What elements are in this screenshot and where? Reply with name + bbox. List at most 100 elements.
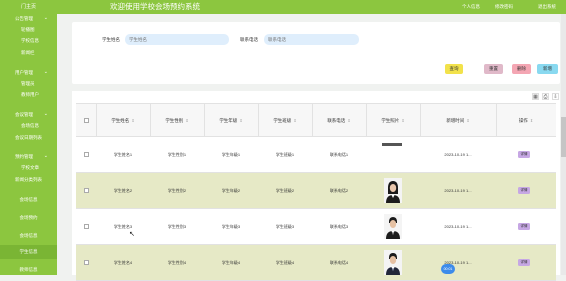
cell-phone: 联系电话2 — [329, 188, 349, 193]
cell-name: 学生姓名2 — [113, 188, 133, 193]
student-name-label: 学生姓名 — [102, 37, 120, 42]
mouse-cursor-icon: ↖ — [129, 231, 135, 238]
student-photo — [384, 178, 402, 203]
search-button[interactable]: 查询 — [445, 64, 463, 74]
cell-class: 学生班级3 — [275, 224, 295, 229]
detail-button[interactable]: 详情 — [518, 223, 530, 230]
sidebar-item-school-articles[interactable]: 学校文章 — [0, 165, 57, 171]
sort-icon: ⇕ — [239, 118, 243, 123]
sort-icon: ⇕ — [529, 118, 534, 123]
sidebar-item-venue-info-3[interactable]: 会场信息 — [0, 233, 57, 239]
student-table: ▦ ⎙ ⇩ 学生姓名 ⇕ 学生性别 ⇕ 学生年级 ⇕ 学生班级 ⇕ 联系电话 ⇕ 学生照片… — [72, 91, 560, 281]
cell-name: 学生姓名1 — [113, 152, 133, 157]
column-header-class[interactable]: 学生班级 ⇕ — [258, 104, 312, 138]
sidebar-item-carousel[interactable]: 轮播图 — [0, 27, 57, 33]
cell-class: 学生班级2 — [275, 188, 295, 193]
table-row: 学生姓名3 学生性别3 学生年级3 学生班级3 联系电话3 2023-10-19… — [76, 209, 556, 245]
top-bar: 门主页 欢迎使用学校会场预约系统 个人信息 修改密码 退出系统 — [0, 0, 566, 14]
sidebar-group-meetings[interactable]: 会议管理 ⌄ — [0, 111, 57, 118]
column-header-created-time[interactable]: 新增时间 ⇕ — [420, 104, 496, 138]
sort-icon: ⇕ — [185, 118, 189, 123]
cell-gender: 学生性别3 — [167, 224, 187, 229]
detail-button[interactable]: 详情 — [518, 187, 530, 194]
cell-phone: 联系电话3 — [329, 224, 349, 229]
search-panel: 学生姓名 联系电话 查询 重置 删除 新增 — [72, 22, 560, 84]
table-header: 学生姓名 ⇕ 学生性别 ⇕ 学生年级 ⇕ 学生班级 ⇕ 联系电话 ⇕ 学生照片 ⇕ 新增时间… — [76, 103, 556, 137]
change-password-link[interactable]: 修改密码 — [495, 0, 513, 14]
cell-phone: 联系电话1 — [329, 152, 349, 157]
pagination-indicator[interactable]: 00:01 — [441, 264, 455, 274]
cell-created-time: 2023-10-19 1... — [444, 188, 472, 193]
sidebar-item-student-info[interactable]: 学生信息 — [0, 245, 57, 259]
sidebar-item-school-info[interactable]: 学校信息 — [0, 38, 57, 44]
sort-icon: ⇕ — [293, 118, 297, 123]
student-photo — [384, 214, 402, 239]
table-row: 学生姓名4 学生性别4 学生年级4 学生班级4 联系电话4 2023-10-19… — [76, 245, 556, 281]
cell-class: 学生班级4 — [275, 260, 295, 265]
vertical-scrollbar[interactable] — [561, 14, 566, 275]
exit-link[interactable]: 退出系统 — [538, 0, 556, 14]
personal-center-link[interactable]: 个人信息 — [462, 0, 480, 14]
column-header-name[interactable]: 学生姓名 ⇕ — [96, 104, 150, 138]
select-all-checkbox[interactable] — [84, 118, 89, 123]
sidebar-group-announcements[interactable]: 公告管理 ⌄ — [0, 15, 57, 22]
column-header-grade[interactable]: 学生年级 ⇕ — [204, 104, 258, 138]
student-photo — [384, 250, 402, 275]
cell-grade: 学生年级3 — [221, 224, 241, 229]
table-row: 学生姓名2 学生性别2 学生年级2 学生班级2 联系电话2 2023-10-19… — [76, 173, 556, 209]
export-icon[interactable]: ⇩ — [552, 93, 559, 100]
column-header-gender[interactable]: 学生性别 ⇕ — [150, 104, 204, 138]
sidebar-group-reservations[interactable]: 预约管理 ⌄ — [0, 153, 57, 160]
cell-name: 学生姓名4 — [113, 260, 133, 265]
cell-created-time: 2023-10-19 1... — [444, 260, 472, 265]
column-header-phone[interactable]: 联系电话 ⇕ — [312, 104, 366, 138]
print-icon[interactable]: ⎙ — [542, 93, 549, 100]
cell-class: 学生班级1 — [275, 152, 295, 157]
cell-gender: 学生性别4 — [167, 260, 187, 265]
sidebar-item-venue-booking[interactable]: 会场预约 — [0, 215, 57, 221]
cell-created-time: 2023-10-19 1... — [444, 224, 472, 229]
cell-phone: 联系电话4 — [329, 260, 349, 265]
sidebar-item-venue-info-2[interactable]: 会场信息 — [0, 197, 57, 203]
column-header-actions: 操作 ⇕ — [518, 118, 534, 123]
phone-input[interactable] — [264, 34, 359, 45]
sort-icon: ⇕ — [401, 118, 405, 123]
detail-button[interactable]: 详情 — [518, 259, 530, 266]
sort-icon: ⇕ — [347, 118, 351, 123]
sidebar-item-news-categories[interactable]: 新闻分类列表 — [0, 177, 57, 183]
grid-icon[interactable]: ▦ — [532, 93, 539, 100]
sidebar-item-teacher-users[interactable]: 教师用户 — [0, 92, 57, 98]
detail-button[interactable]: 详情 — [518, 151, 530, 158]
cell-grade: 学生年级4 — [221, 260, 241, 265]
sort-icon: ⇕ — [131, 118, 135, 123]
cell-created-time: 2023-10-19 1... — [444, 152, 472, 157]
student-photo-placeholder — [382, 143, 402, 146]
chevron-down-icon: ⌄ — [43, 111, 48, 117]
row-checkbox[interactable] — [84, 188, 89, 193]
chevron-down-icon: ⌄ — [43, 153, 48, 159]
reset-button[interactable]: 重置 — [484, 64, 503, 74]
cell-gender: 学生性别1 — [167, 152, 187, 157]
app-title: 欢迎使用学校会场预约系统 — [110, 2, 200, 11]
sidebar-group-users[interactable]: 用户管理 ⌄ — [0, 69, 57, 76]
home-link[interactable]: 门主页 — [0, 0, 57, 14]
sidebar-item-teacher-info[interactable]: 教师信息 — [0, 267, 57, 273]
cell-name: 学生姓名3 — [113, 224, 133, 229]
chevron-down-icon: ⌄ — [43, 15, 48, 21]
row-checkbox[interactable] — [84, 224, 89, 229]
cell-grade: 学生年级1 — [221, 152, 241, 157]
add-button[interactable]: 新增 — [537, 64, 558, 74]
sidebar-item-admins[interactable]: 管理员 — [0, 81, 57, 87]
sidebar-item-news[interactable]: 新闻栏 — [0, 50, 57, 56]
scrollbar-thumb[interactable] — [561, 117, 566, 157]
row-checkbox[interactable] — [84, 260, 89, 265]
student-name-input[interactable] — [125, 34, 229, 45]
row-checkbox[interactable] — [84, 152, 89, 157]
column-header-photo[interactable]: 学生照片 ⇕ — [366, 104, 420, 138]
delete-button[interactable]: 删除 — [512, 64, 531, 74]
sort-icon: ⇕ — [466, 118, 470, 123]
sidebar-item-meeting-dates[interactable]: 会议日期列表 — [0, 135, 57, 141]
cell-grade: 学生年级2 — [221, 188, 241, 193]
sidebar-item-venue-info[interactable]: 会场信息 — [0, 123, 57, 129]
table-row: 学生姓名1 学生性别1 学生年级1 学生班级1 联系电话1 2023-10-19… — [76, 137, 556, 173]
